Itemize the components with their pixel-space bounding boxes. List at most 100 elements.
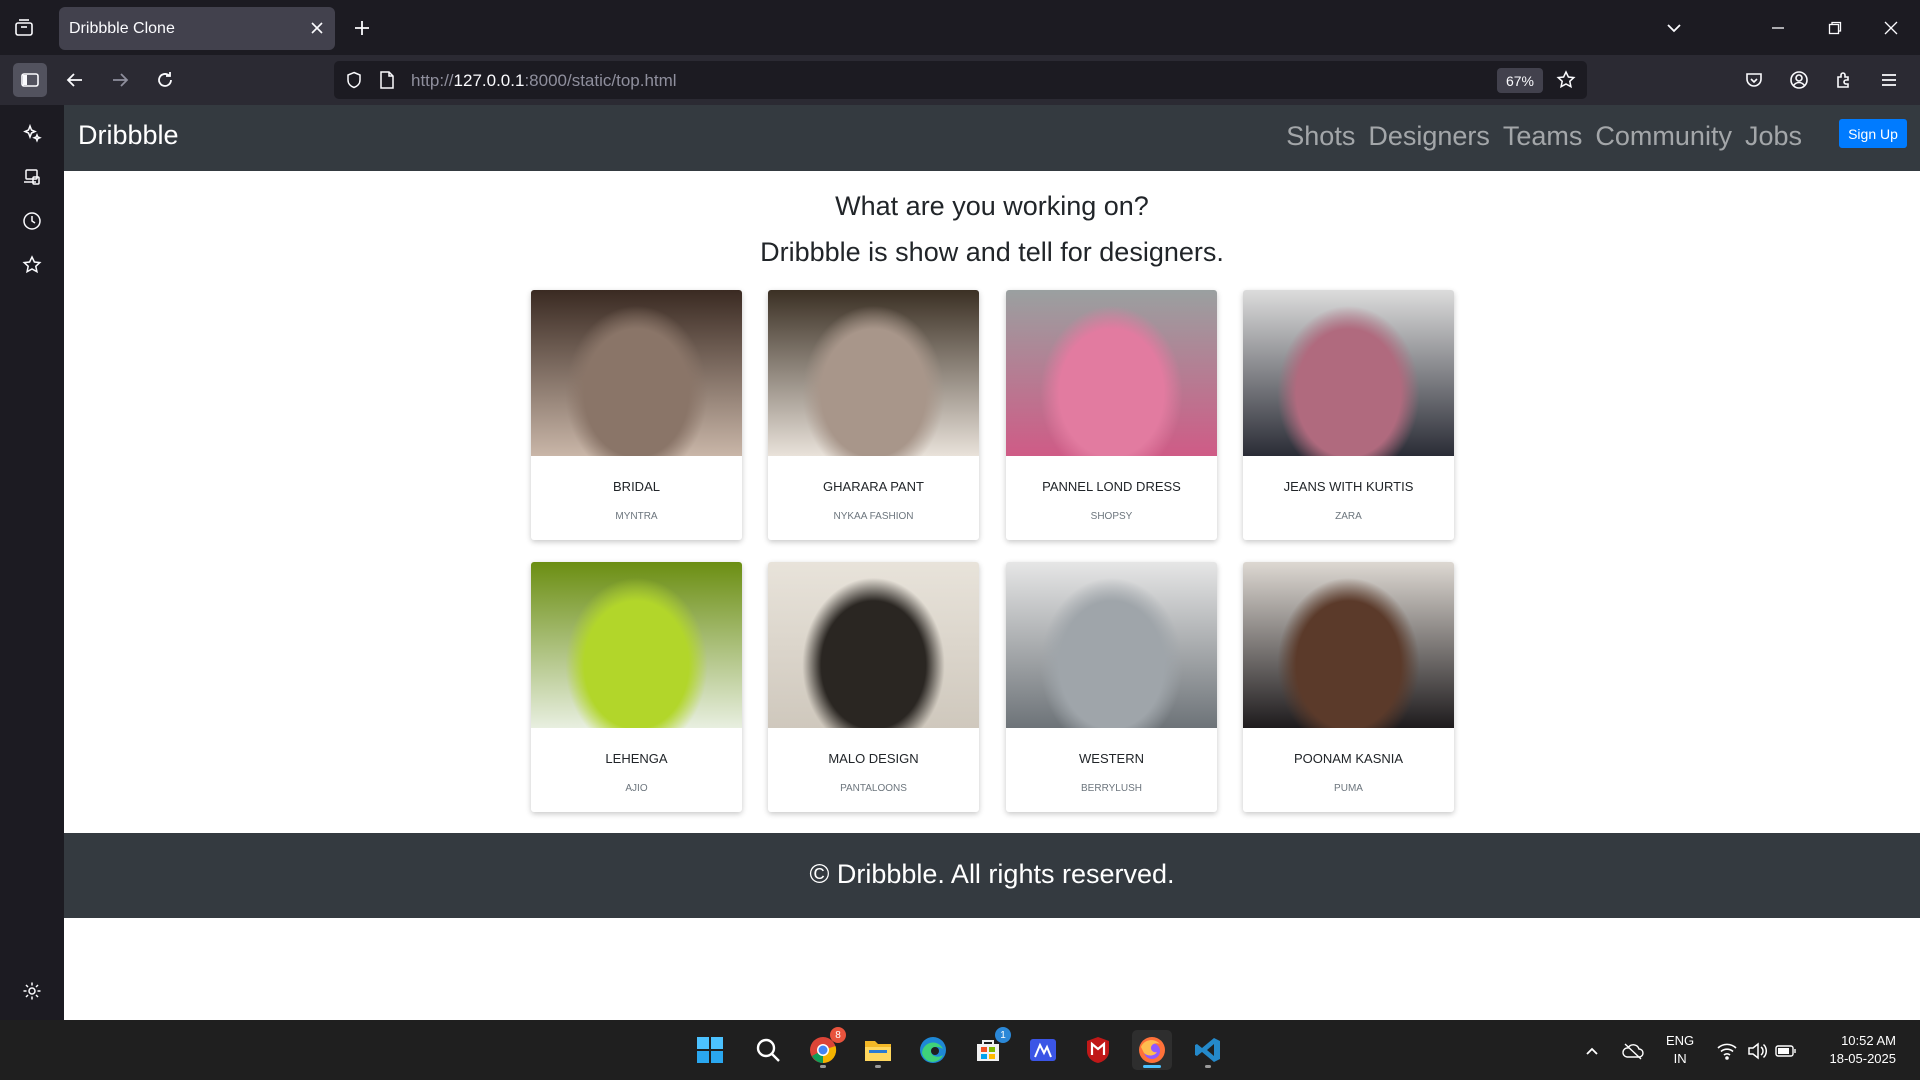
chevron-up-icon[interactable]	[1581, 1040, 1603, 1062]
sidebar-settings-icon[interactable]	[18, 977, 46, 1005]
pocket-icon[interactable]	[1737, 63, 1771, 97]
account-icon[interactable]	[1782, 63, 1816, 97]
shot-image[interactable]	[531, 290, 742, 456]
onedrive-offline-icon[interactable]	[1622, 1040, 1644, 1062]
browser-tab-active[interactable]: Dribbble Clone	[59, 7, 335, 50]
shield-icon[interactable]	[344, 70, 364, 90]
shot-title: JEANS WITH KURTIS	[1283, 479, 1414, 494]
clock-date: 18-05-2025	[1829, 1051, 1897, 1066]
tab-bar: Dribbble Clone	[0, 0, 1920, 55]
new-tab-icon[interactable]	[348, 14, 376, 42]
reload-icon[interactable]	[148, 63, 182, 97]
zoom-level-badge[interactable]: 67%	[1497, 68, 1543, 93]
language-code: ENG	[1666, 1033, 1695, 1048]
ai-chatbot-icon[interactable]	[18, 119, 46, 147]
address-bar[interactable]: http://127.0.0.1:8000/static/top.html 67…	[334, 61, 1587, 99]
shot-title: PANNEL LOND DRESS	[1042, 479, 1181, 494]
bookmark-star-icon[interactable]	[1556, 70, 1576, 90]
shot-image[interactable]	[1006, 562, 1217, 728]
shot-brand: ZARA	[1335, 511, 1362, 522]
list-all-tabs-icon[interactable]	[1660, 14, 1688, 42]
shot-brand: BERRYLUSH	[1081, 783, 1142, 794]
site-brand-logo[interactable]: Dribbble	[78, 120, 179, 151]
vscode-icon[interactable]	[1188, 1030, 1228, 1070]
shot-image[interactable]	[1006, 290, 1217, 456]
running-indicator	[1205, 1065, 1211, 1068]
page-icon[interactable]	[377, 70, 397, 90]
shot-brand: MYNTRA	[615, 511, 658, 522]
shot-brand: AJIO	[625, 783, 648, 794]
nav-link-teams[interactable]: Teams	[1503, 121, 1583, 152]
nav-link-shots[interactable]: Shots	[1286, 121, 1355, 152]
sign-up-button[interactable]: Sign Up	[1839, 119, 1907, 148]
nav-link-jobs[interactable]: Jobs	[1745, 121, 1802, 152]
url-text[interactable]: http://127.0.0.1:8000/static/top.html	[411, 71, 677, 91]
hero-subheading: Dribbble is show and tell for designers.	[760, 237, 1224, 267]
shot-brand: PUMA	[1334, 783, 1363, 794]
shot-card[interactable]: POONAM KASNIA PUMA	[1243, 562, 1454, 812]
system-clock[interactable]: 10:52 AM 18-05-2025	[1812, 1032, 1897, 1068]
mcafee-icon[interactable]	[1078, 1030, 1118, 1070]
site-header: Dribbble Shots Designers Teams Community…	[64, 105, 1920, 171]
shot-image[interactable]	[768, 290, 979, 456]
synced-tabs-icon[interactable]	[18, 163, 46, 191]
shot-brand: SHOPSY	[1090, 511, 1133, 522]
nav-link-designers[interactable]: Designers	[1368, 121, 1490, 152]
minimize-icon[interactable]	[1764, 14, 1792, 42]
menu-icon[interactable]	[1872, 63, 1906, 97]
chrome-icon[interactable]: 8	[803, 1027, 846, 1070]
shot-card[interactable]: BRIDAL MYNTRA	[531, 290, 742, 540]
running-indicator	[875, 1065, 881, 1068]
active-indicator	[1143, 1065, 1161, 1068]
math-app-icon[interactable]	[1023, 1030, 1063, 1070]
shot-title: GHARARA PANT	[823, 479, 924, 494]
hero-heading: What are you working on?	[835, 191, 1149, 221]
edge-icon[interactable]	[913, 1030, 953, 1070]
navigation-toolbar: http://127.0.0.1:8000/static/top.html 67…	[0, 55, 1920, 105]
forward-icon[interactable]	[103, 63, 137, 97]
bookmarks-icon[interactable]	[18, 251, 46, 279]
language-indicator[interactable]: ENG IN	[1666, 1032, 1694, 1068]
shot-title: WESTERN	[1079, 751, 1144, 766]
shot-card[interactable]: LEHENGA AJIO	[531, 562, 742, 812]
tab-list-icon[interactable]	[10, 14, 38, 42]
wifi-icon[interactable]	[1716, 1040, 1738, 1062]
battery-icon[interactable]	[1775, 1040, 1797, 1062]
shot-brand: NYKAA FASHION	[833, 511, 914, 522]
shot-card[interactable]: WESTERN BERRYLUSH	[1006, 562, 1217, 812]
footer-copyright: © Dribbble. All rights reserved.	[809, 859, 1175, 889]
shot-card[interactable]: PANNEL LOND DRESS SHOPSY	[1006, 290, 1217, 540]
windows-start-icon[interactable]	[690, 1030, 730, 1070]
shot-image[interactable]	[768, 562, 979, 728]
back-icon[interactable]	[58, 63, 92, 97]
extensions-icon[interactable]	[1827, 63, 1861, 97]
site-footer: © Dribbble. All rights reserved.	[64, 833, 1920, 918]
chrome-notification-badge: 8	[830, 1027, 846, 1043]
shot-title: POONAM KASNIA	[1293, 751, 1404, 766]
restore-icon[interactable]	[1821, 14, 1849, 42]
search-icon[interactable]	[748, 1030, 788, 1070]
history-icon[interactable]	[18, 207, 46, 235]
sidebar-toggle-icon[interactable]	[13, 63, 47, 97]
volume-icon[interactable]	[1746, 1040, 1768, 1062]
shot-card[interactable]: GHARARA PANT NYKAA FASHION	[768, 290, 979, 540]
clock-time: 10:52 AM	[1841, 1033, 1896, 1048]
shot-card[interactable]: JEANS WITH KURTIS ZARA	[1243, 290, 1454, 540]
shot-image[interactable]	[1243, 290, 1454, 456]
tab-title: Dribbble Clone	[69, 20, 175, 37]
close-window-icon[interactable]	[1877, 14, 1905, 42]
shot-image[interactable]	[531, 562, 742, 728]
nav-link-community[interactable]: Community	[1595, 121, 1732, 152]
shot-title: LEHENGA	[605, 751, 668, 766]
shot-card[interactable]: MALO DESIGN PANTALOONS	[768, 562, 979, 812]
shot-title: MALO DESIGN	[828, 751, 919, 766]
close-icon[interactable]	[307, 18, 327, 38]
shot-brand: PANTALOONS	[840, 783, 907, 794]
browser-sidebar	[0, 105, 64, 1020]
site-nav: Shots Designers Teams Community Jobs	[1286, 121, 1802, 152]
microsoft-store-icon[interactable]: 1	[968, 1027, 1011, 1070]
file-explorer-icon[interactable]	[858, 1030, 898, 1070]
page-viewport: Dribbble Shots Designers Teams Community…	[64, 105, 1920, 1020]
shot-image[interactable]	[1243, 562, 1454, 728]
firefox-icon[interactable]	[1132, 1030, 1172, 1070]
